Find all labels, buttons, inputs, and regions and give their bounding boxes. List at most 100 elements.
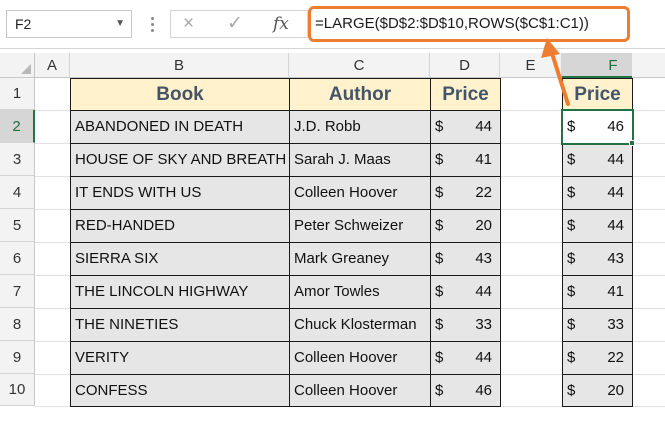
currency-symbol: $ [567,316,576,333]
insert-function-icon[interactable]: fx [273,11,289,37]
formula-input[interactable]: =LARGE($D$2:$D$10,ROWS($C$1:C1)) [308,6,630,42]
price-cell[interactable]: $33 [430,308,501,342]
row-header-7[interactable]: 7 [0,275,35,308]
header-price[interactable]: Price [430,78,501,111]
result-accounting: $44 [567,210,632,242]
check-icon[interactable]: ✓ [227,11,243,37]
author-cell[interactable]: Mark Greaney [289,242,431,276]
row-header-3[interactable]: 3 [0,143,35,176]
currency-symbol: $ [567,349,576,366]
price-value: 46 [475,382,492,399]
row-header-10[interactable]: 10 [0,374,35,406]
currency-symbol: $ [567,217,576,234]
result-accounting: $41 [567,276,632,308]
book-title-cell[interactable]: ABANDONED IN DEATH [70,110,290,144]
result-accounting: $43 [567,243,632,275]
price-accounting: $41 [435,144,500,176]
chevron-down-icon[interactable]: ▼ [115,11,125,37]
result-price-cell[interactable]: $43 [562,242,633,276]
name-box-value: F2 [15,16,32,32]
row-header-8[interactable]: 8 [0,308,35,341]
price-cell[interactable]: $43 [430,242,501,276]
author-cell[interactable]: Sarah J. Maas [289,143,431,177]
price-cell[interactable]: $20 [430,209,501,243]
price-accounting: $22 [435,177,500,209]
price-value: 33 [475,316,492,333]
currency-symbol: $ [435,151,444,168]
fill-handle[interactable] [629,140,635,146]
book-title-cell[interactable]: IT ENDS WITH US [70,176,290,210]
book-title-cell[interactable]: RED-HANDED [70,209,290,243]
currency-symbol: $ [435,118,444,135]
column-header-empty [632,53,665,78]
price-value: 43 [607,250,624,267]
author-cell[interactable]: J.D. Robb [289,110,431,144]
column-header-e[interactable]: E [500,53,562,78]
price-value: 44 [475,283,492,300]
author-cell[interactable]: Chuck Klosterman [289,308,431,342]
drag-handle-icon[interactable] [145,12,159,36]
price-accounting: $44 [435,111,500,143]
row-header-6[interactable]: 6 [0,242,35,275]
column-header-c[interactable]: C [289,53,430,78]
author-cell[interactable]: Amor Towles [289,275,431,309]
result-price-cell[interactable]: $44 [562,143,633,177]
row-header-5[interactable]: 5 [0,209,35,242]
author-cell[interactable]: Colleen Hoover [289,374,431,407]
price-accounting: $20 [435,210,500,242]
select-all-button[interactable] [0,53,35,78]
currency-symbol: $ [567,382,576,399]
price-cell[interactable]: $41 [430,143,501,177]
price-value: 44 [607,151,624,168]
result-price-cell[interactable]: $44 [562,176,633,210]
price-accounting: $44 [435,276,500,308]
author-cell[interactable]: Colleen Hoover [289,176,431,210]
name-box[interactable]: F2 ▼ [6,10,132,38]
price-value: 44 [607,217,624,234]
book-title-cell[interactable]: HOUSE OF SKY AND BREATH [70,143,290,177]
divider [0,48,665,49]
book-title-cell[interactable]: THE LINCOLN HIGHWAY [70,275,290,309]
price-value: 41 [475,151,492,168]
currency-symbol: $ [567,283,576,300]
result-price-cell[interactable]: $22 [562,341,633,375]
result-accounting: $20 [567,375,632,406]
column-header-b[interactable]: B [70,53,289,78]
price-cell[interactable]: $46 [430,374,501,407]
currency-symbol: $ [435,250,444,267]
column-header-a[interactable]: A [35,53,70,78]
row-header-4[interactable]: 4 [0,176,35,209]
author-cell[interactable]: Colleen Hoover [289,341,431,375]
price-value: 20 [475,217,492,234]
price-value: 33 [607,316,624,333]
result-price-cell[interactable]: $20 [562,374,633,407]
price-cell[interactable]: $44 [430,275,501,309]
row-header-9[interactable]: 9 [0,341,35,374]
currency-symbol: $ [567,184,576,201]
header-book[interactable]: Book [70,78,290,111]
book-title-cell[interactable]: THE NINETIES [70,308,290,342]
header-author[interactable]: Author [289,78,431,111]
result-price-cell[interactable]: $33 [562,308,633,342]
book-title-cell[interactable]: SIERRA SIX [70,242,290,276]
book-title-cell[interactable]: VERITY [70,341,290,375]
result-accounting: $44 [567,144,632,176]
row-header-1[interactable]: 1 [0,78,35,110]
author-cell[interactable]: Peter Schweizer [289,209,431,243]
result-accounting: $33 [567,309,632,341]
column-header-d[interactable]: D [430,53,500,78]
price-cell[interactable]: $44 [430,110,501,144]
formula-bar: F2 ▼ × ✓ fx =LARGE($D$2:$D$10,ROWS($C$1:… [0,0,665,50]
result-header-price[interactable]: Price [562,78,633,111]
row-header-2[interactable]: 2 [0,110,35,143]
result-price-cell[interactable]: $44 [562,209,633,243]
price-value: 44 [475,118,492,135]
book-title-cell[interactable]: CONFESS [70,374,290,407]
cancel-icon[interactable]: × [183,11,194,37]
active-cell-border [561,109,634,145]
currency-symbol: $ [435,349,444,366]
price-value: 41 [607,283,624,300]
price-cell[interactable]: $22 [430,176,501,210]
price-cell[interactable]: $44 [430,341,501,375]
result-price-cell[interactable]: $41 [562,275,633,309]
